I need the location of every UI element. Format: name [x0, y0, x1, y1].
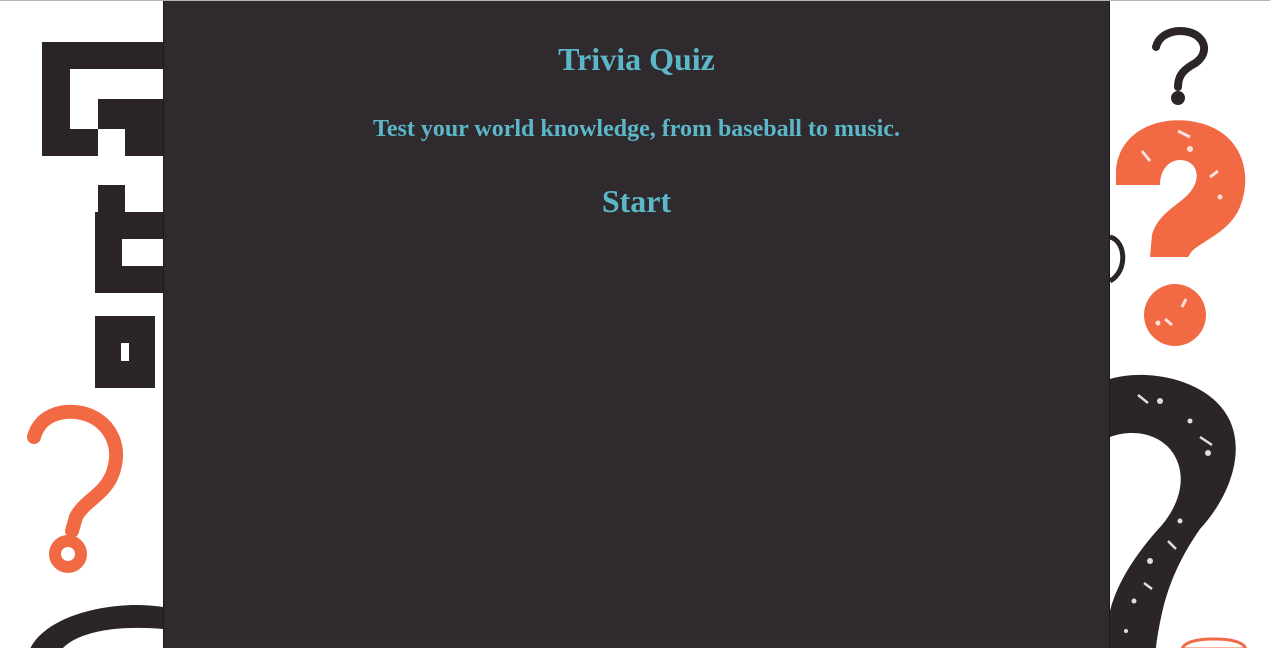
dark-arc-shape — [30, 605, 163, 648]
page-title: Trivia Quiz — [558, 41, 715, 77]
start-button[interactable]: Start — [596, 179, 677, 223]
orange-textured-question-mark-icon — [1116, 120, 1246, 346]
dark-textured-question-mark-icon — [1110, 374, 1236, 648]
spiral-question-mark-icon — [42, 42, 163, 388]
small-dark-question-mark-icon — [1152, 27, 1209, 105]
quiz-panel: Trivia Quiz Test your world knowledge, f… — [163, 1, 1110, 648]
page-subtitle: Test your world knowledge, from baseball… — [373, 116, 900, 142]
page: Trivia Quiz Test your world knowledge, f… — [0, 0, 1270, 648]
orange-outline-question-mark-icon — [27, 404, 123, 573]
